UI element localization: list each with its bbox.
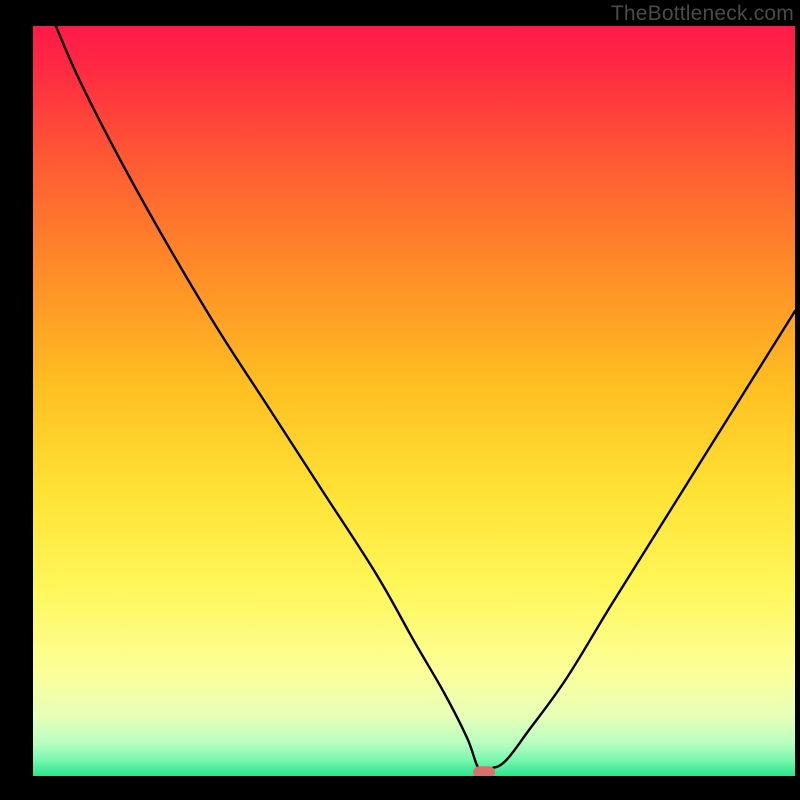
chart-frame: TheBottleneck.com — [0, 0, 800, 800]
bottleneck-chart — [33, 26, 795, 776]
watermark-text: TheBottleneck.com — [611, 2, 794, 26]
optimal-point-marker — [473, 766, 495, 776]
gradient-background — [33, 26, 795, 776]
